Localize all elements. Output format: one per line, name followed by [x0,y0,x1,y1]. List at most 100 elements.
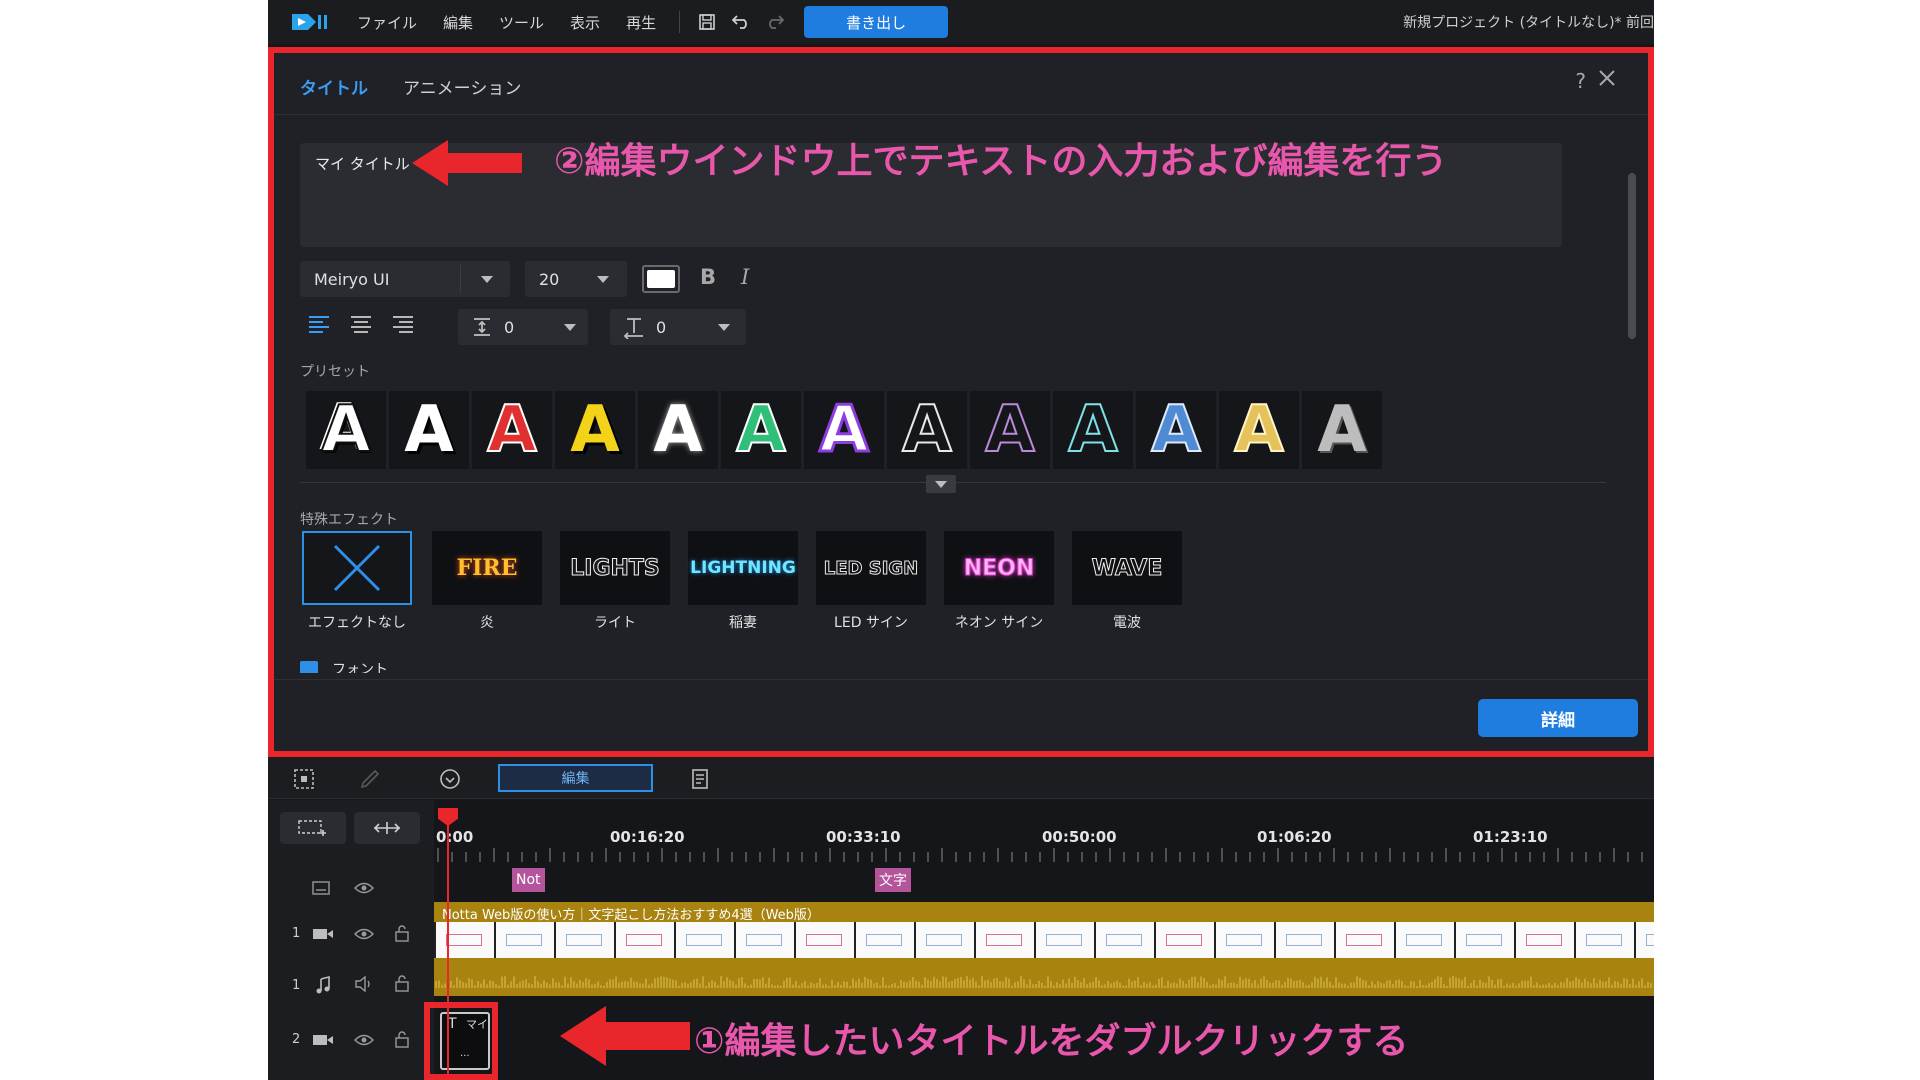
eye-icon[interactable] [354,880,374,899]
text-color-swatch[interactable] [642,265,680,293]
audio-clip[interactable] [434,962,1654,996]
menu-play[interactable]: 再生 [626,12,656,33]
menu-file[interactable]: ファイル [357,12,417,33]
preset-glyph: A [1233,393,1285,467]
effect-fire[interactable]: FIRE 炎 [432,531,542,632]
menu-edit[interactable]: 編集 [443,12,473,33]
thumbnail-content [686,934,722,946]
clock-dropdown-icon[interactable] [438,767,462,791]
save-icon[interactable] [696,11,718,33]
italic-button[interactable]: I [741,265,749,289]
tab-title[interactable]: タイトル [300,74,368,99]
font-family-select[interactable]: Meiryo UI [300,261,510,297]
effect-wave[interactable]: WAVE 電波 [1072,531,1182,632]
menu-view[interactable]: 表示 [570,12,600,33]
list-icon[interactable] [688,767,712,791]
font-section-checkbox[interactable] [300,661,318,673]
project-title: 新規プロジェクト (タイトルなし)* 前回 [1403,15,1654,31]
effect-lightning[interactable]: LIGHTNING 稲妻 [688,531,798,632]
menu-tools[interactable]: ツール [499,12,544,33]
effect-list: エフェクトなし FIRE 炎 LIGHTS ライト LIGHTNING 稲妻 L… [300,531,1200,641]
font-section-row: フォント [300,659,388,673]
video-thumbnail [1334,922,1394,958]
pen-tool-icon[interactable] [358,767,382,791]
editor-scrollbar[interactable] [1628,173,1636,339]
effect-caption: ライト [594,615,636,631]
chevron-down-icon [597,276,609,283]
editor-footer: 詳細 [274,679,1648,751]
thumbnail-content [1226,934,1262,946]
preset-yellow[interactable]: A [555,391,635,469]
close-icon[interactable] [1596,67,1618,89]
lock-icon[interactable] [394,1030,410,1052]
preset-hollow-cyan[interactable]: A [1053,391,1133,469]
align-right-icon[interactable] [390,313,416,335]
video-track-2-header: 2 [268,1020,434,1060]
preset-solid-white[interactable]: A [389,391,469,469]
preset-blue-gradient[interactable]: A [1136,391,1216,469]
eye-icon[interactable] [354,926,374,945]
video-thumbnail [614,922,674,958]
undo-icon[interactable] [730,11,752,33]
video-thumbnail [1094,922,1154,958]
preset-red[interactable]: A [472,391,552,469]
preset-purple-outline[interactable]: A [804,391,884,469]
preset-expand-button[interactable] [926,475,956,493]
preset-silver[interactable]: A [1302,391,1382,469]
redo-icon[interactable] [764,11,786,33]
preset-glyph: A [486,393,538,467]
help-icon[interactable]: ? [1575,69,1586,93]
video-thumbnail [1394,922,1454,958]
lock-icon[interactable] [394,974,410,996]
preset-glow-white[interactable]: A [638,391,718,469]
editor-tab-bar: タイトル アニメーション ? [274,53,1648,115]
add-track-button[interactable] [280,812,346,844]
preset-green[interactable]: A [721,391,801,469]
speaker-icon[interactable] [354,975,374,996]
preset-glyph: A [901,393,953,467]
preset-glyph: A [1317,393,1367,467]
details-button[interactable]: 詳細 [1478,699,1638,737]
font-size-value: 20 [539,269,560,289]
preset-hollow-purple[interactable]: A [970,391,1050,469]
preset-gold[interactable]: A [1219,391,1299,469]
effect-neon-sign[interactable]: NEON ネオン サイン [944,531,1054,632]
lock-icon[interactable] [394,924,410,946]
font-section-label: フォント [332,662,388,673]
preset-hollow-white[interactable]: A [887,391,967,469]
effect-lights[interactable]: LIGHTS ライト [560,531,670,632]
preset-glyph: A [320,393,372,467]
time-ruler[interactable]: 0:00 00:16:20 00:33:10 00:50:00 01:06:20… [434,800,1654,866]
eye-icon[interactable] [354,1032,374,1051]
video-thumbnail [974,922,1034,958]
export-button[interactable]: 書き出し [804,6,949,38]
thumbnail-content [926,934,962,946]
playhead[interactable] [447,808,449,1080]
timeline-edit-tab[interactable]: 編集 [498,764,653,792]
align-left-icon[interactable] [306,313,332,335]
select-tool-icon[interactable] [292,767,316,791]
track-number: 1 [292,926,301,941]
line-spacing-select[interactable]: 0 [458,309,588,345]
video-thumbnail [854,922,914,958]
preset-glyph: A [735,393,787,467]
video-clip-label: Notta Web版の使い方｜文字起こし方法おすすめ4選（Web版） [442,908,820,923]
tab-animation[interactable]: アニメーション [403,74,521,99]
effect-led-sign[interactable]: LED SIGN LED サイン [816,531,926,632]
effect-thumb: NEON [944,531,1054,605]
char-spacing-select[interactable]: 0 [610,309,746,345]
align-center-icon[interactable] [348,313,374,335]
video-clip[interactable]: Notta Web版の使い方｜文字起こし方法おすすめ4選（Web版） [434,902,1654,962]
track-number: 2 [292,1032,301,1047]
audio-track-1-header: 1 [268,966,434,1006]
bold-button[interactable]: B [700,265,716,289]
preset-outline-white[interactable]: A [306,391,386,469]
font-size-select[interactable]: 20 [525,261,627,297]
video-camera-icon [312,1032,334,1051]
subtitle-marker[interactable]: Not [512,868,545,892]
select-divider [460,265,461,293]
subtitle-marker[interactable]: 文字 [875,868,911,892]
thumbnail-content [1646,934,1654,946]
fit-timeline-button[interactable] [354,812,420,844]
effect-none[interactable]: エフェクトなし [302,531,412,632]
